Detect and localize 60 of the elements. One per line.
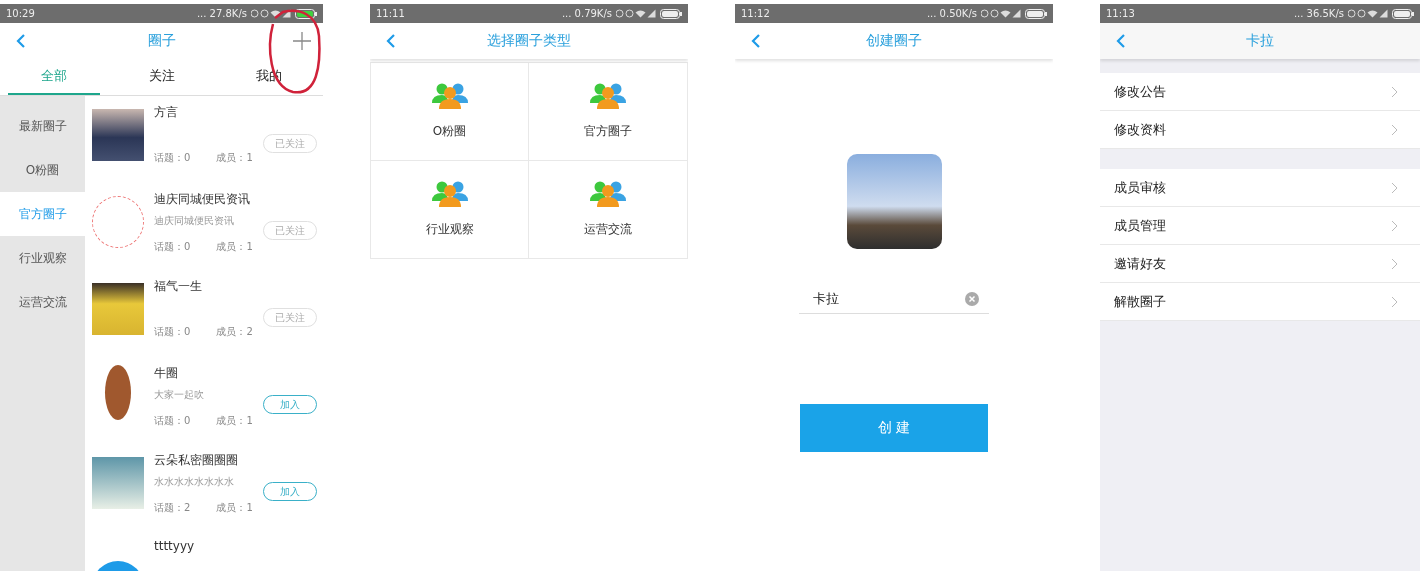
circle-name: 迪庆同城便民资讯 <box>154 191 251 208</box>
member-count: 成员：1 <box>216 240 253 254</box>
circle-type-option[interactable]: 运营交流 <box>529 161 688 259</box>
network-speed: ... 0.50K/s <box>926 8 977 19</box>
status-icons-drawing <box>981 9 1021 18</box>
clear-icon[interactable] <box>965 291 979 306</box>
network-speed: ... 0.79K/s <box>561 8 612 19</box>
screen-title: 卡拉 <box>1246 32 1274 50</box>
back-icon[interactable] <box>751 33 761 49</box>
circle-type-option[interactable]: 行业观察 <box>370 161 529 259</box>
group-icon <box>589 83 627 109</box>
status-icons-drawing <box>1348 9 1388 18</box>
topic-count: 话题：0 <box>154 151 191 165</box>
status-time: 11:12 <box>741 8 771 19</box>
back-icon[interactable] <box>16 33 26 49</box>
circle-description: 水水水水水水水水 <box>154 475 235 489</box>
circle-name-field[interactable]: 卡拉 <box>813 291 965 306</box>
topic-count: 话题：2 <box>154 501 191 515</box>
chevron-right-icon <box>1391 181 1398 194</box>
group-icon <box>589 181 627 207</box>
screen-title: 选择圈子类型 <box>487 32 571 50</box>
group-icon <box>430 83 469 109</box>
status-time: 11:11 <box>376 8 406 19</box>
circle-name: 云朵私密圈圈圈 <box>154 452 239 469</box>
plus-icon[interactable] <box>293 32 311 50</box>
circle-name: 福气一生 <box>154 278 203 295</box>
status-time: 10:29 <box>6 8 36 19</box>
member-count: 成员：2 <box>216 325 253 339</box>
topic-count: 话题：0 <box>154 414 191 428</box>
photo-placeholder <box>92 457 144 509</box>
status-icons-drawing <box>251 9 291 18</box>
group-icon <box>430 181 469 207</box>
circle-name: ttttyyy <box>154 539 196 553</box>
photo-placeholder <box>92 283 144 335</box>
photo-placeholder <box>92 109 144 161</box>
status-time: 11:13 <box>1106 8 1136 19</box>
network-speed: ... 27.8K/s <box>196 8 247 19</box>
member-count: 成员：1 <box>216 501 253 515</box>
chevron-right-icon <box>1391 85 1398 98</box>
chevron-right-icon <box>1391 123 1398 136</box>
chevron-right-icon <box>1391 295 1398 308</box>
screen-title: 创建圈子 <box>866 32 922 50</box>
circle-name: 方言 <box>154 104 179 121</box>
topic-count: 话题：0 <box>154 325 191 339</box>
member-count: 成员：1 <box>216 414 253 428</box>
member-count: 成员：1 <box>216 151 253 165</box>
circle-name: 牛圈 <box>154 365 179 382</box>
circle-type-option[interactable]: O粉圈 <box>370 63 529 161</box>
circle-description: 迪庆同城便民资讯 <box>154 214 235 228</box>
network-speed: ... 36.5K/s <box>1293 8 1344 19</box>
back-icon[interactable] <box>1116 33 1126 49</box>
screen-title: 圈子 <box>147 32 176 50</box>
photo-placeholder[interactable] <box>846 154 942 249</box>
back-icon[interactable] <box>386 33 396 49</box>
topic-count: 话题：0 <box>154 240 191 254</box>
photo-placeholder <box>105 365 131 420</box>
chevron-right-icon <box>1391 219 1398 232</box>
chevron-right-icon <box>1391 257 1398 270</box>
status-icons-drawing <box>616 9 656 18</box>
circle-type-option[interactable]: 官方圈子 <box>529 63 688 161</box>
